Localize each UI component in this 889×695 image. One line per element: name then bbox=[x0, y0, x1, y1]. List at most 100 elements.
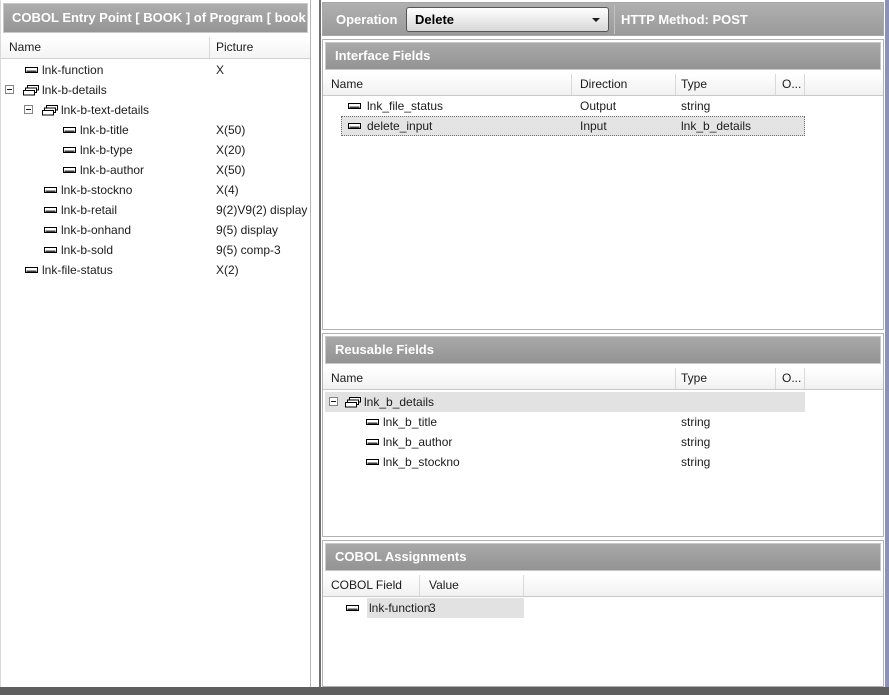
operation-dropdown[interactable]: Delete bbox=[406, 7, 609, 32]
tree-row[interactable]: lnk-b-details bbox=[1, 80, 310, 100]
window-right-edge bbox=[885, 0, 889, 695]
group-icon bbox=[42, 104, 59, 116]
collapse-icon[interactable] bbox=[329, 397, 338, 406]
interface-fields-title: Interface Fields bbox=[325, 42, 881, 70]
window-bottom-edge bbox=[0, 687, 889, 695]
field-type: string bbox=[681, 415, 710, 429]
interface-fields-panel: Interface Fields Name Direction Type O..… bbox=[322, 39, 884, 330]
tree-row[interactable]: lnk-b-onhand 9(5) display bbox=[1, 220, 310, 240]
operation-toolbar: Operation Delete HTTP Method: POST bbox=[322, 2, 884, 36]
field-icon bbox=[365, 457, 380, 467]
tree-item-label: lnk-function bbox=[42, 63, 103, 77]
field-name: delete_input bbox=[367, 119, 432, 133]
tree-row[interactable]: lnk-b-retail 9(2)V9(2) display bbox=[1, 200, 310, 220]
field-icon bbox=[24, 265, 39, 275]
column-divider bbox=[675, 74, 676, 95]
tree-item-label: lnk-b-onhand bbox=[61, 223, 131, 237]
collapse-icon[interactable] bbox=[24, 105, 33, 114]
column-divider bbox=[571, 74, 572, 95]
group-icon bbox=[23, 84, 40, 96]
interface-field-row-selected[interactable]: delete_input Input lnk_b_details bbox=[323, 116, 883, 136]
cobol-assignments-panel: COBOL Assignments COBOL Field Value lnk-… bbox=[322, 540, 884, 687]
column-occurs: O... bbox=[782, 77, 801, 91]
tree-row[interactable]: lnk-b-author X(50) bbox=[1, 160, 310, 180]
field-icon bbox=[43, 225, 58, 235]
toolbar-divider bbox=[614, 5, 615, 34]
column-name: Name bbox=[331, 77, 363, 91]
field-type: lnk_b_details bbox=[681, 119, 751, 133]
field-name: lnk_b_author bbox=[383, 435, 452, 449]
column-divider bbox=[675, 368, 676, 389]
tree-item-label: lnk-b-details bbox=[42, 83, 107, 97]
assignment-field: lnk-function bbox=[369, 601, 430, 615]
picture-value: 9(5) display bbox=[216, 223, 278, 237]
field-icon bbox=[24, 65, 39, 75]
picture-value: X(20) bbox=[216, 143, 245, 157]
field-icon bbox=[62, 145, 77, 155]
reusable-field-row[interactable]: lnk_b_stockno string bbox=[323, 452, 883, 472]
picture-value: X(50) bbox=[216, 123, 245, 137]
column-direction: Direction bbox=[580, 77, 627, 91]
interface-field-row[interactable]: lnk_file_status Output string bbox=[323, 96, 883, 116]
reusable-field-row-selected[interactable]: lnk_b_details bbox=[323, 392, 883, 412]
tree-row[interactable]: lnk-b-text-details bbox=[1, 100, 310, 120]
column-occurs: O... bbox=[782, 371, 801, 385]
reusable-fields-title: Reusable Fields bbox=[325, 336, 881, 364]
tree-row[interactable]: lnk-function X bbox=[1, 60, 310, 80]
tree-item-label: lnk-b-text-details bbox=[61, 103, 149, 117]
tree-row[interactable]: lnk-b-title X(50) bbox=[1, 120, 310, 140]
assignment-value: 3 bbox=[429, 601, 436, 615]
column-value: Value bbox=[429, 578, 459, 592]
tree-item-label: lnk-b-type bbox=[80, 143, 133, 157]
cobol-assignments-header: COBOL Field Value bbox=[323, 575, 883, 597]
tree-row[interactable]: lnk-b-sold 9(5) comp-3 bbox=[1, 240, 310, 260]
column-divider bbox=[775, 368, 776, 389]
tree-row[interactable]: lnk-file-status X(2) bbox=[1, 260, 310, 280]
field-direction: Input bbox=[580, 119, 607, 133]
cobol-entry-point-panel: COBOL Entry Point [ BOOK ] of Program [ … bbox=[0, 0, 311, 687]
field-name: lnk_b_details bbox=[364, 395, 434, 409]
picture-value: 9(2)V9(2) display bbox=[216, 203, 307, 217]
tree-item-label: lnk-b-sold bbox=[61, 243, 113, 257]
field-name: lnk_file_status bbox=[367, 99, 443, 113]
picture-value: X(4) bbox=[216, 183, 239, 197]
field-icon bbox=[347, 121, 362, 131]
column-name: Name bbox=[9, 40, 41, 54]
tree-item-label: lnk-b-author bbox=[80, 163, 144, 177]
column-type: Type bbox=[681, 77, 707, 91]
reusable-field-row[interactable]: lnk_b_author string bbox=[323, 432, 883, 452]
reusable-fields-panel: Reusable Fields Name Type O... lnk_b_det… bbox=[322, 333, 884, 537]
reusable-field-row[interactable]: lnk_b_title string bbox=[323, 412, 883, 432]
tree-item-label: lnk-file-status bbox=[42, 263, 113, 277]
reusable-fields-header: Name Type O... bbox=[323, 368, 883, 390]
field-icon bbox=[345, 603, 360, 613]
interface-fields-header: Name Direction Type O... bbox=[323, 74, 883, 96]
column-cobol-field: COBOL Field bbox=[331, 578, 402, 592]
tree-item-label: lnk-b-stockno bbox=[61, 183, 132, 197]
column-divider bbox=[804, 368, 805, 389]
tree-row[interactable]: lnk-b-type X(20) bbox=[1, 140, 310, 160]
column-type: Type bbox=[681, 371, 707, 385]
picture-value: X bbox=[216, 63, 224, 77]
field-name: lnk_b_stockno bbox=[383, 455, 460, 469]
column-divider bbox=[523, 575, 524, 596]
field-type: string bbox=[681, 99, 710, 113]
column-divider bbox=[419, 575, 420, 596]
tree-item-label: lnk-b-title bbox=[80, 123, 129, 137]
field-icon bbox=[43, 185, 58, 195]
operation-selected-value: Delete bbox=[415, 12, 454, 27]
field-icon bbox=[347, 101, 362, 111]
column-divider bbox=[804, 74, 805, 95]
column-divider bbox=[209, 37, 210, 58]
picture-value: X(2) bbox=[216, 263, 239, 277]
field-type: string bbox=[681, 455, 710, 469]
collapse-icon[interactable] bbox=[5, 85, 14, 94]
cobol-entry-point-title: COBOL Entry Point [ BOOK ] of Program [ … bbox=[3, 3, 308, 33]
cobol-assignment-row[interactable]: lnk-function 3 bbox=[323, 598, 883, 618]
operation-label: Operation bbox=[336, 12, 397, 27]
field-type: string bbox=[681, 435, 710, 449]
tree-row[interactable]: lnk-b-stockno X(4) bbox=[1, 180, 310, 200]
field-icon bbox=[43, 245, 58, 255]
field-name: lnk_b_title bbox=[383, 415, 437, 429]
group-icon bbox=[345, 396, 362, 408]
